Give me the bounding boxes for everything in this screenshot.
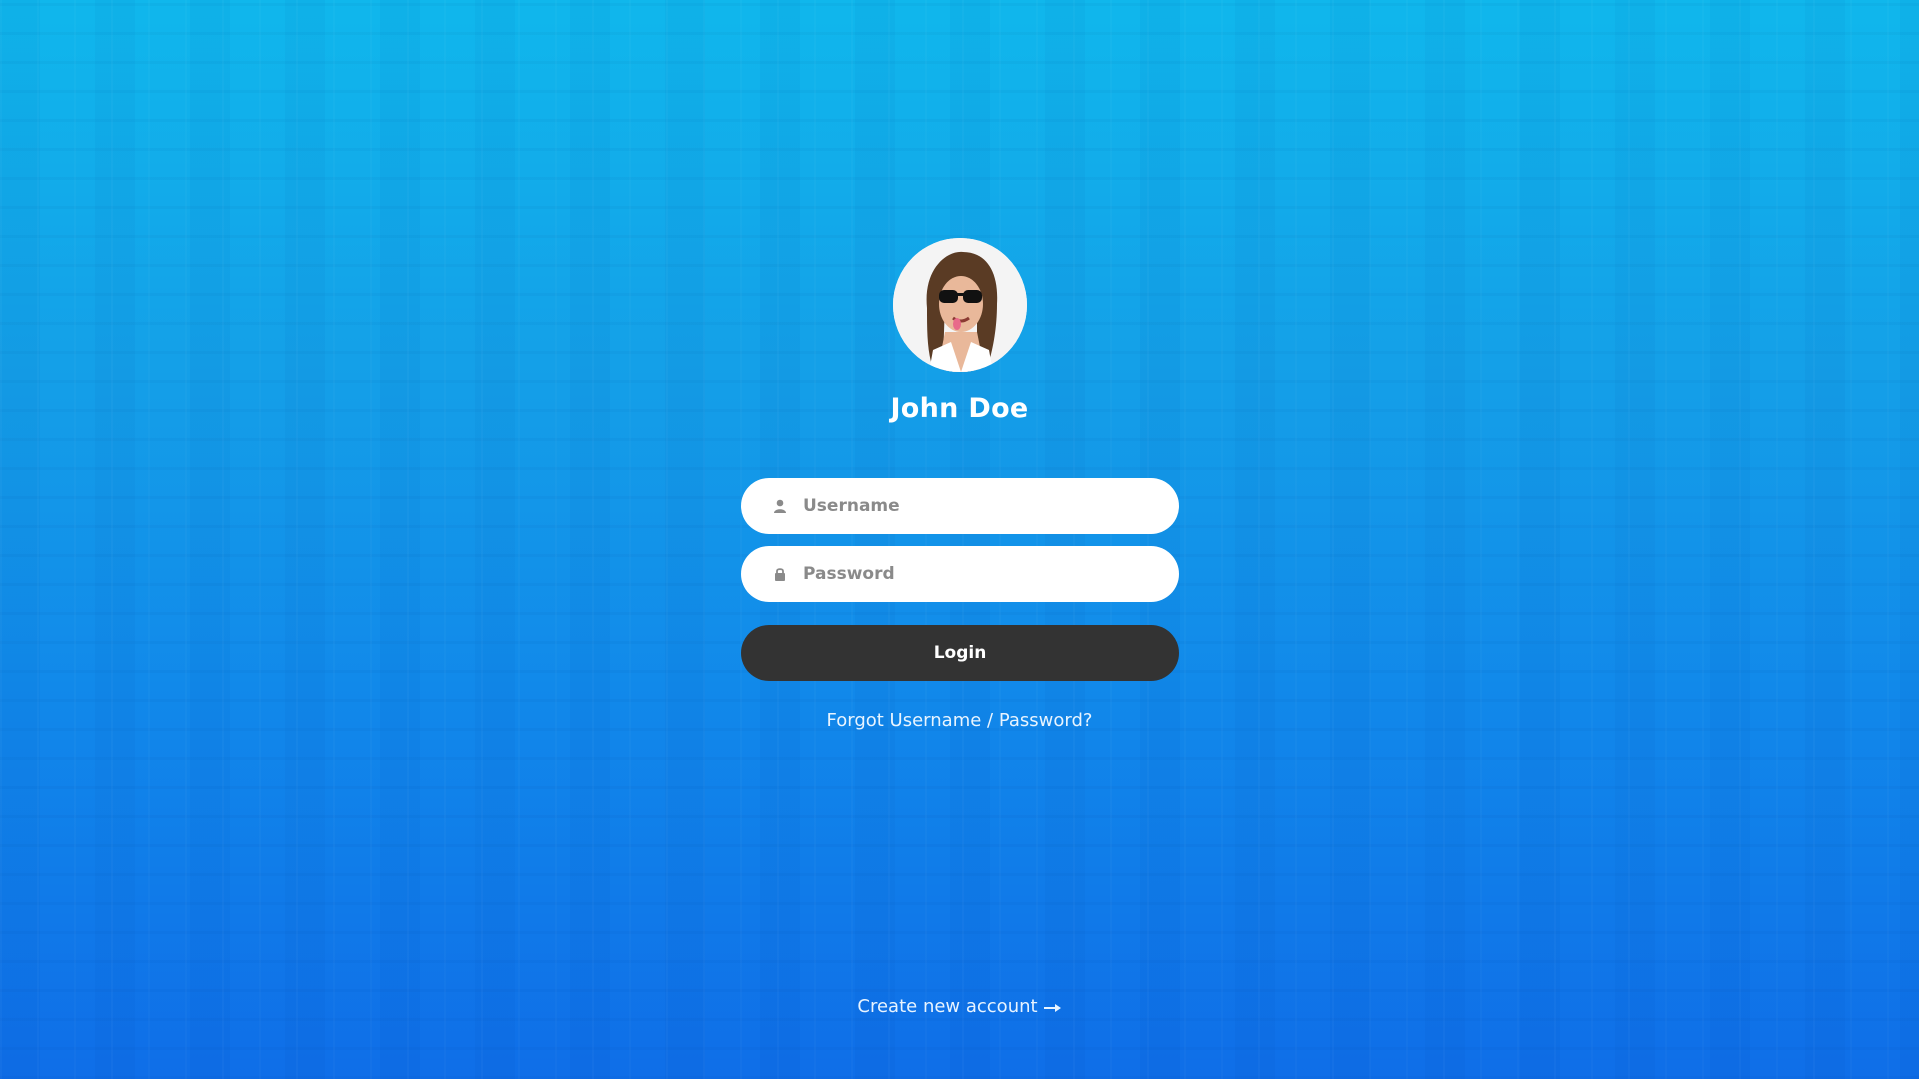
profile-name: John Doe xyxy=(890,393,1029,424)
create-account: Create new account xyxy=(0,996,1919,1018)
create-account-label: Create new account xyxy=(857,996,1038,1017)
avatar-image xyxy=(893,238,1027,372)
user-icon xyxy=(773,498,787,514)
password-input[interactable] xyxy=(801,563,1145,585)
avatar xyxy=(893,238,1027,372)
create-account-link[interactable]: Create new account xyxy=(857,996,1061,1017)
arrow-right-icon xyxy=(1043,997,1062,1018)
forgot-password-link[interactable]: Forgot Username / Password? xyxy=(827,710,1093,731)
username-field[interactable] xyxy=(741,478,1179,534)
lock-icon xyxy=(773,566,787,582)
forgot-credentials: Forgot Username / Password? xyxy=(0,710,1919,731)
username-input[interactable] xyxy=(801,495,1145,517)
password-field[interactable] xyxy=(741,546,1179,602)
login-page: John Doe Login Forgot Username / Passwor… xyxy=(0,0,1919,1079)
login-button[interactable]: Login xyxy=(741,625,1179,681)
